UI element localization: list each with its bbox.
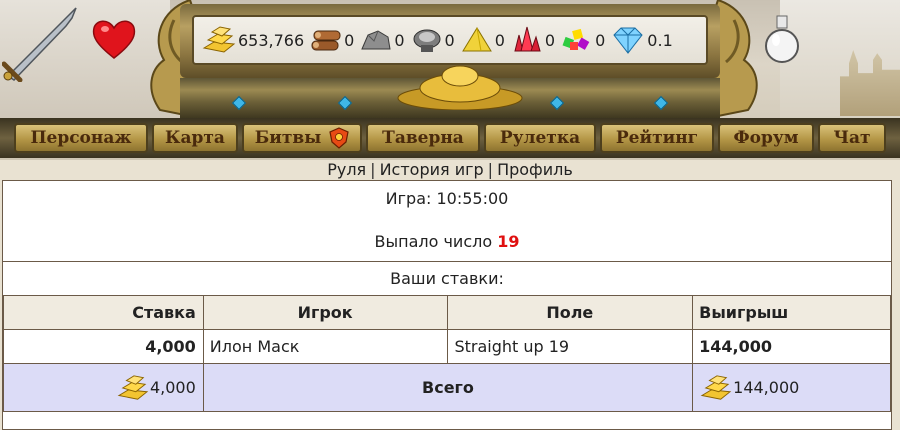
nav-forum-label: Форум [733,128,799,148]
nav-character[interactable]: Персонаж [14,123,148,153]
resources-panel: 653,766 0 0 0 0 0 0 0.1 [192,15,708,65]
diamonds-amount: 0.1 [647,30,673,50]
resource-wood: 0 [310,25,360,55]
subnav-separator: | [487,160,494,179]
gold-amount: 653,766 [238,30,305,50]
resource-diamonds: 0.1 [611,25,678,55]
nav-battles[interactable]: Битвы [242,123,362,153]
heart-icon[interactable] [92,18,136,60]
header-win: Выигрыш [692,295,891,330]
nav-map[interactable]: Карта [152,123,238,153]
bets-table: Ставка Игрок Поле Выигрыш 4,000 Илон Мас… [3,295,891,412]
total-label: Всего [202,363,694,412]
gold-bars-icon [117,374,149,400]
nav-chat[interactable]: Чат [818,123,886,153]
subnav-profile-link[interactable]: Профиль [497,160,573,179]
header-player: Игрок [202,295,449,330]
sword-icon [2,7,77,82]
roulette-subnav: Руля | История игр | Профиль [0,159,900,181]
nav-rating[interactable]: Рейтинг [600,123,714,153]
gold-bars-icon [700,374,732,400]
game-time: Игра: 10:55:00 [385,189,509,208]
sulfur-amount: 0 [494,30,505,50]
nav-forum[interactable]: Форум [718,123,814,153]
nav-roulette-label: Рулетка [499,128,581,148]
ore-icon [361,30,391,50]
table-header-row: Ставка Игрок Поле Выигрыш [3,295,891,330]
drawn-number: 19 [497,232,520,251]
table-row: 4,000 Илон Маск Straight up 19 144,000 [3,329,891,364]
cell-player: Илон Маск [202,329,449,364]
header-stake: Ставка [3,295,204,330]
gems-icon [562,28,590,50]
sulfur-icon [461,27,492,52]
resource-gems: 0 [561,25,611,55]
total-row: 4,000 Всего 144,000 [3,363,891,412]
drawn-number-label: Выпало число [374,232,493,251]
game-result-panel: Игра: 10:55:00 Выпало число 19 Ваши став… [2,180,892,430]
header-field: Поле [447,295,694,330]
crystal-icon [514,26,541,52]
total-win: 144,000 [733,378,800,397]
gold-pile-icon [397,65,523,110]
cell-win: 144,000 [692,329,891,364]
nav-roulette[interactable]: Рулетка [484,123,596,153]
flask-icon[interactable] [762,14,802,66]
subnav-roulette-link[interactable]: Руля [327,160,366,179]
crystals-amount: 0 [544,30,556,50]
diamond-icon [613,27,643,54]
your-bets-title: Ваши ставки: [3,261,891,295]
logs-icon [311,30,341,51]
gems-amount: 0 [595,30,606,50]
wood-amount: 0 [344,30,355,50]
total-stake-cell: 4,000 [3,363,204,412]
total-stake: 4,000 [149,378,196,397]
drawn-number-line: Выпало число 19 [3,232,891,251]
nav-tavern-label: Таверна [382,128,464,148]
total-win-cell: 144,000 [692,363,891,412]
resource-iron: 0 [411,25,461,55]
nav-battles-label: Битвы [254,128,322,148]
nav-tavern[interactable]: Таверна [366,123,480,153]
nav-chat-label: Чат [833,128,871,148]
subnav-history-link[interactable]: История игр [380,160,484,179]
resource-sulfur: 0 [461,25,511,55]
nav-rating-label: Рейтинг [615,128,699,148]
cell-stake: 4,000 [3,329,204,364]
gold-bars-icon [202,26,236,53]
subnav-separator: | [370,160,376,179]
nav-map-label: Карта [165,128,225,148]
anvil-icon [413,29,441,52]
stone-amount: 0 [394,30,405,50]
resource-stone: 0 [360,25,410,55]
nav-character-label: Персонаж [30,128,132,148]
shield-icon [329,127,349,149]
cell-field: Straight up 19 [447,329,694,364]
resource-crystals: 0 [511,25,561,55]
iron-amount: 0 [444,30,455,50]
resource-gold: 653,766 [202,24,310,56]
